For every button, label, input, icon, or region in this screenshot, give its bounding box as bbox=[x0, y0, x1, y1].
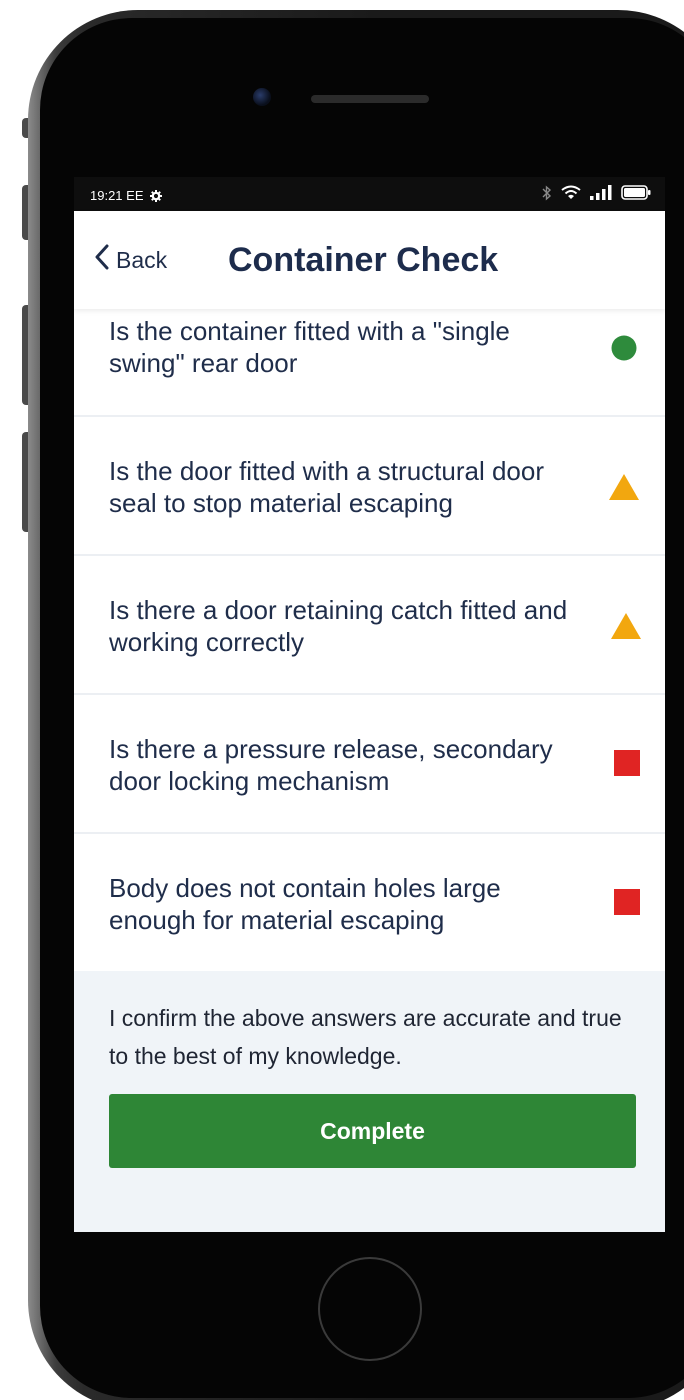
red-square-icon bbox=[614, 750, 640, 781]
chevron-left-icon bbox=[94, 243, 110, 277]
confirmation-text: I confirm the above answers are accurate… bbox=[109, 1005, 622, 1069]
status-bar: 19:21 EE bbox=[74, 177, 665, 211]
question-row[interactable]: Is there a door retaining catch fitted a… bbox=[74, 556, 665, 695]
question-text: Is there a door retaining catch fitted a… bbox=[109, 595, 568, 657]
home-button[interactable] bbox=[318, 1257, 422, 1361]
warning-triangle-icon bbox=[608, 473, 640, 506]
question-row[interactable]: Is the door fitted with a structural doo… bbox=[74, 417, 665, 556]
device-stage: 19:21 EE Back Container Check Is the con… bbox=[0, 0, 684, 1400]
warning-triangle-icon bbox=[610, 612, 642, 645]
question-text: Is there a pressure release, secondary d… bbox=[109, 734, 553, 796]
question-text: Body does not contain holes large enough… bbox=[109, 873, 501, 935]
status-clock: 19:21 bbox=[90, 188, 123, 203]
page-title: Container Check bbox=[228, 241, 499, 279]
earpiece-speaker bbox=[311, 95, 429, 103]
app-screen: 19:21 EE Back Container Check Is the con… bbox=[74, 177, 665, 1232]
back-button[interactable]: Back bbox=[94, 243, 167, 277]
question-row[interactable]: Is the container fitted with a "single s… bbox=[74, 309, 665, 417]
wifi-icon bbox=[561, 185, 581, 203]
status-time: 19:21 EE bbox=[90, 188, 163, 205]
bluetooth-icon bbox=[542, 184, 552, 204]
status-carrier: EE bbox=[126, 188, 144, 203]
navigation-bar: Back Container Check bbox=[74, 211, 665, 309]
status-icons bbox=[542, 184, 651, 204]
battery-icon bbox=[621, 185, 651, 203]
confirmation-panel: I confirm the above answers are accurate… bbox=[74, 971, 665, 1232]
gear-icon bbox=[150, 190, 163, 205]
green-circle-icon bbox=[611, 335, 637, 366]
question-text: Is the door fitted with a structural doo… bbox=[109, 456, 544, 518]
question-row[interactable]: Body does not contain holes large enough… bbox=[74, 834, 665, 973]
question-row[interactable]: Is there a pressure release, secondary d… bbox=[74, 695, 665, 834]
back-label: Back bbox=[116, 246, 168, 273]
front-camera bbox=[253, 88, 271, 106]
question-list: Is the container fitted with a "single s… bbox=[74, 309, 665, 973]
complete-button[interactable]: Complete bbox=[109, 1094, 636, 1168]
red-square-icon bbox=[614, 889, 640, 920]
question-text: Is the container fitted with a "single s… bbox=[109, 316, 510, 378]
signal-icon bbox=[590, 185, 612, 203]
